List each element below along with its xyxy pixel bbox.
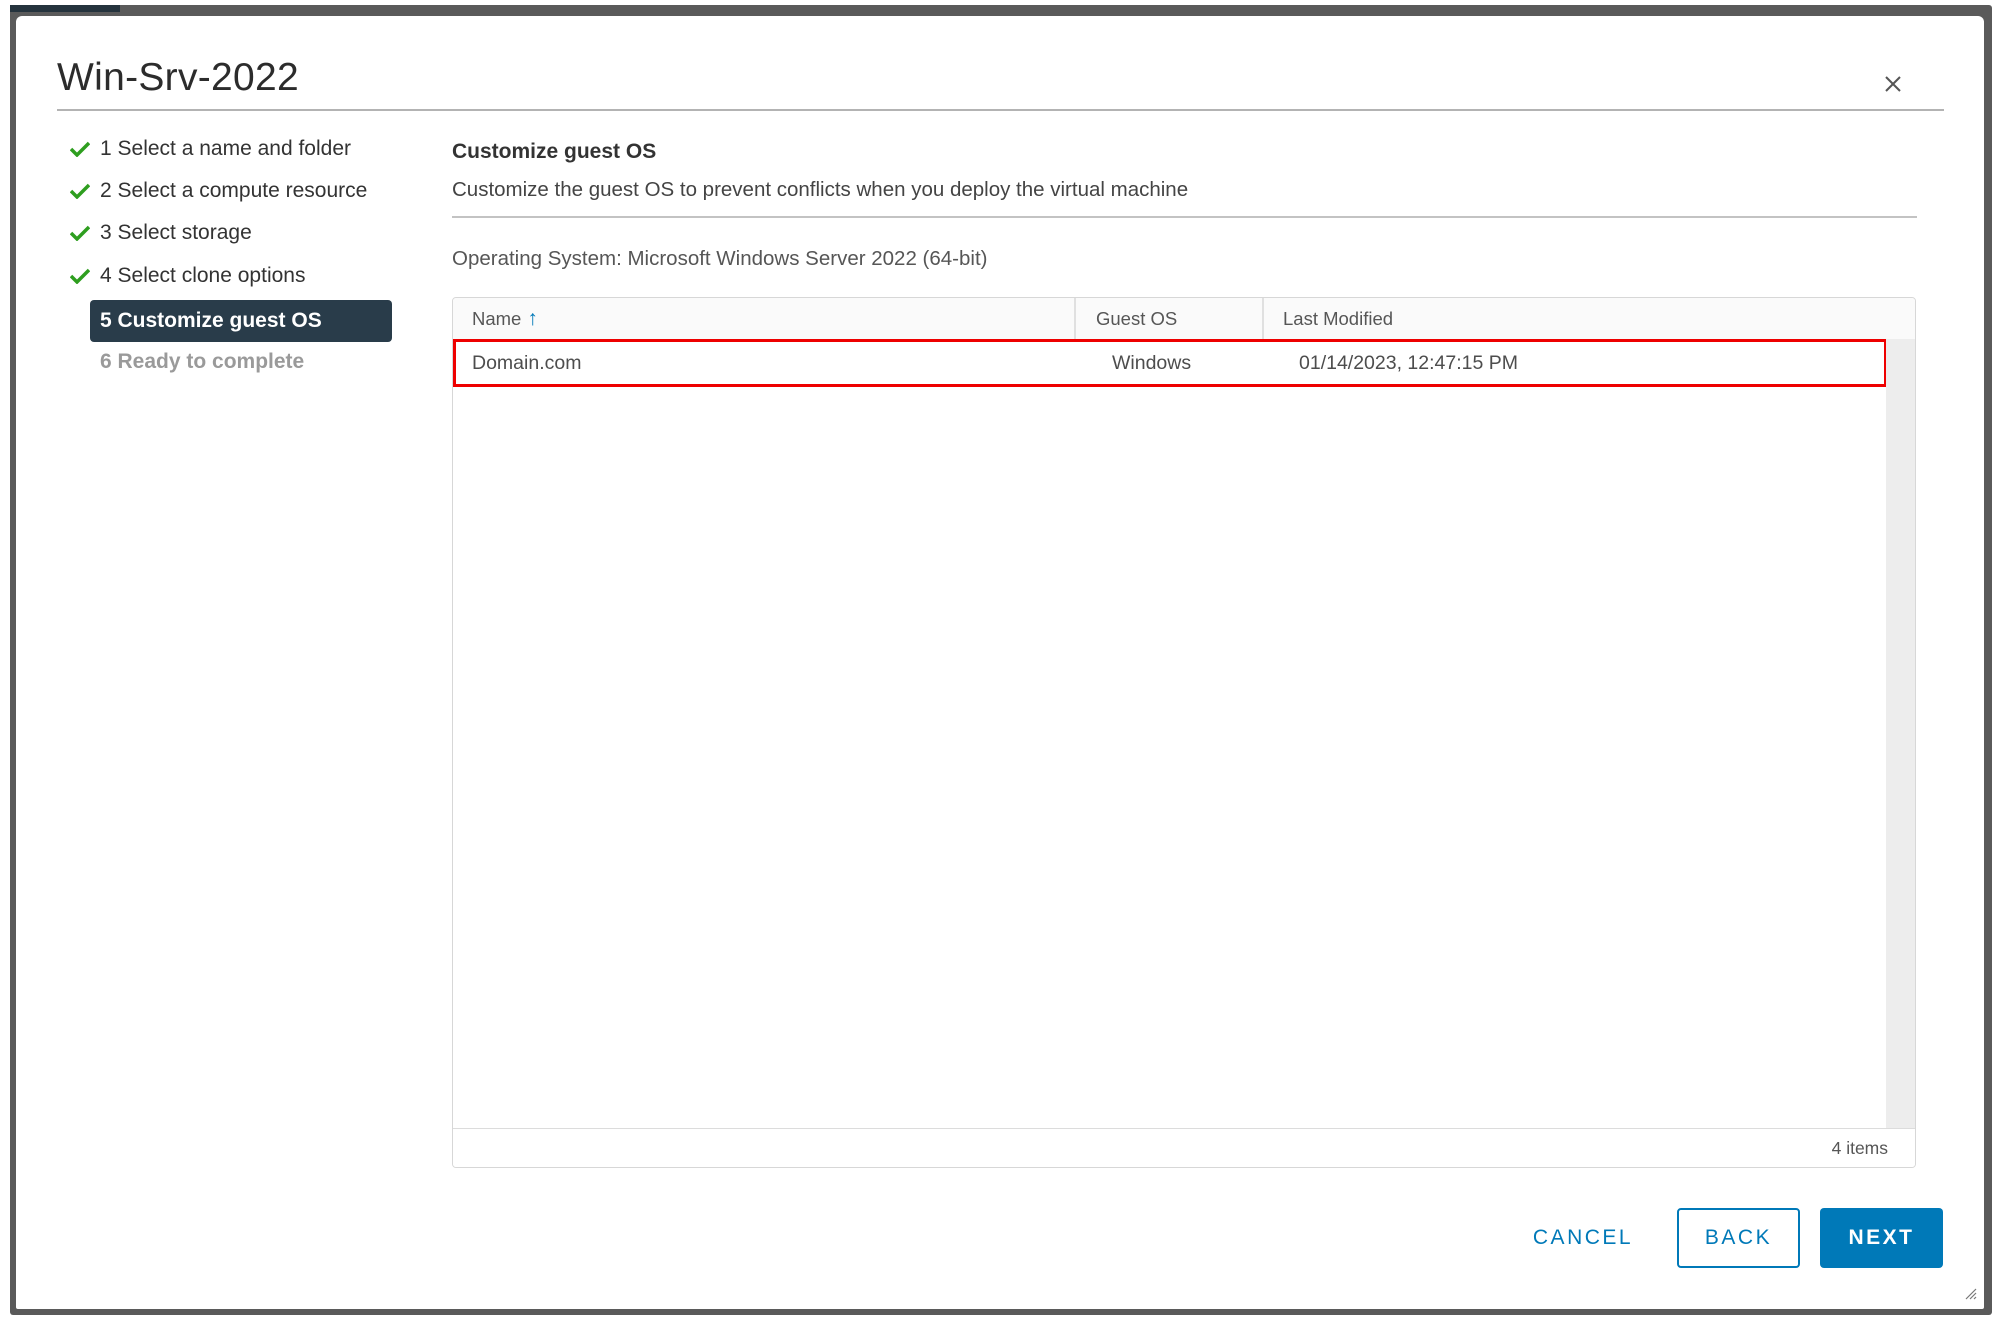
item-count: 4 items (1831, 1138, 1888, 1158)
grid-footer: 4 items (453, 1128, 1915, 1167)
step-select-storage[interactable]: 3 Select storage (66, 212, 418, 254)
grid-header: Name ↑ Guest OS Last Modified (453, 298, 1915, 340)
arrow-up-icon: ↑ (527, 307, 538, 330)
pane-heading: Customize guest OS (452, 140, 657, 163)
step-label: 2 Select a compute resource (100, 179, 368, 202)
pane-divider (452, 216, 1917, 218)
title-divider (57, 109, 1944, 111)
column-header-last-modified[interactable]: Last Modified (1283, 298, 1393, 339)
step-select-compute-resource[interactable]: 2 Select a compute resource (66, 170, 418, 212)
step-select-clone-options[interactable]: 4 Select clone options (66, 255, 418, 297)
table-row[interactable]: Domain.com Windows 01/14/2023, 12:47:15 … (453, 339, 1887, 387)
step-label: 4 Select clone options (100, 264, 306, 287)
close-icon (1885, 76, 1901, 92)
vertical-scrollbar[interactable] (1886, 339, 1915, 1129)
cell-guest-os: Windows (1112, 352, 1192, 374)
check-icon (66, 183, 100, 199)
column-header-name[interactable]: Name ↑ (472, 298, 538, 339)
check-icon (66, 141, 100, 157)
background-tab (10, 5, 120, 12)
customization-spec-grid: Name ↑ Guest OS Last Modified Domain.com … (452, 297, 1916, 1168)
check-icon (66, 268, 100, 284)
check-icon (66, 225, 100, 241)
cancel-button[interactable]: CANCEL (1520, 1208, 1646, 1268)
step-label: 1 Select a name and folder (100, 137, 351, 160)
cell-last-modified: 01/14/2023, 12:47:15 PM (1299, 352, 1519, 374)
operating-system-info: Operating System: Microsoft Windows Serv… (452, 247, 988, 270)
dialog-title: Win-Srv-2022 (57, 56, 299, 99)
column-header-guest-os[interactable]: Guest OS (1096, 298, 1177, 339)
pane-description: Customize the guest OS to prevent confli… (452, 178, 1189, 201)
back-button[interactable]: BACK (1677, 1208, 1800, 1268)
step-label: 3 Select storage (100, 221, 252, 244)
cell-name: Domain.com (472, 352, 582, 374)
step-label: 6 Ready to complete (100, 350, 305, 373)
step-select-name-folder[interactable]: 1 Select a name and folder (66, 128, 418, 170)
resize-handle[interactable] (1963, 1286, 1977, 1300)
column-resizer[interactable] (1262, 298, 1264, 339)
column-resizer[interactable] (1074, 298, 1076, 339)
next-button[interactable]: NEXT (1820, 1208, 1943, 1268)
close-button[interactable] (1879, 70, 1907, 98)
step-ready-to-complete: 6 Ready to complete (66, 341, 418, 383)
step-customize-guest-os[interactable]: 5 Customize guest OS (66, 300, 418, 342)
step-label: 5 Customize guest OS (90, 300, 392, 342)
resize-grip-icon (1965, 1288, 1977, 1300)
